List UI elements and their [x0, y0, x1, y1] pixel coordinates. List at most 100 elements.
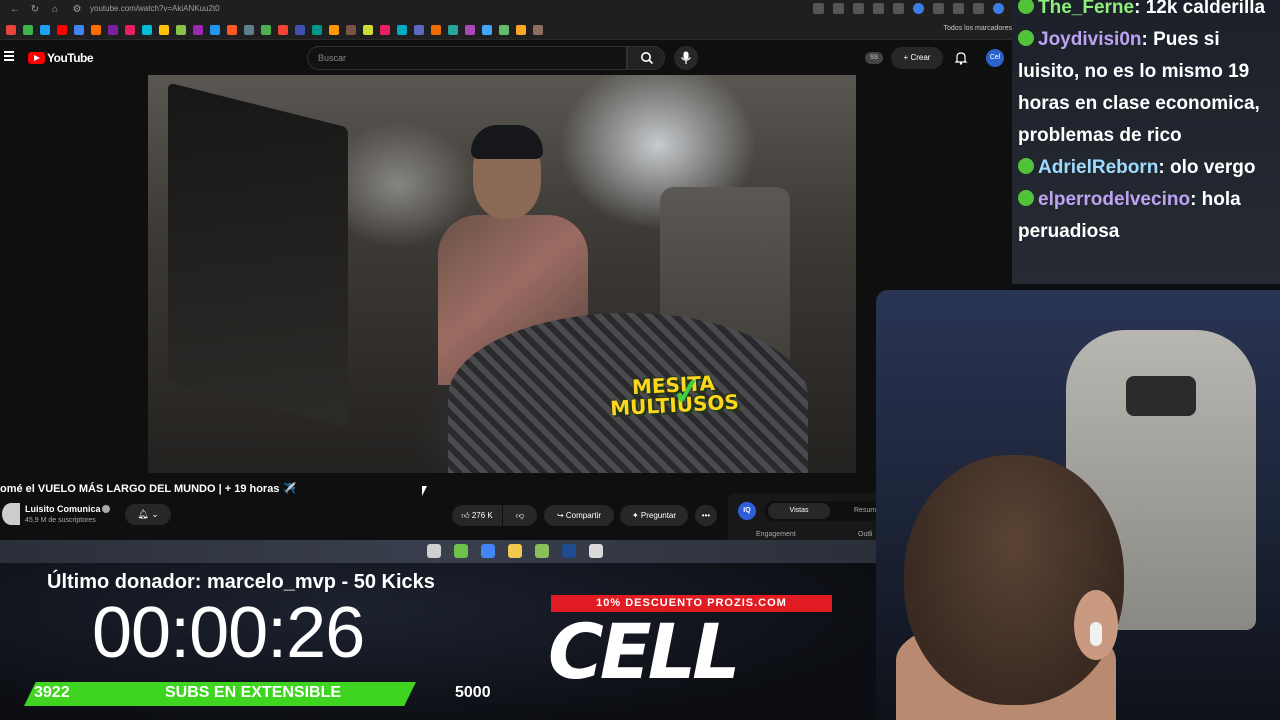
bookmark-favicon-icon[interactable] [482, 25, 492, 35]
bookmark-favicon-icon[interactable] [448, 25, 458, 35]
chat-username[interactable]: elperrodelvecino [1038, 189, 1190, 210]
bookmark-favicon-icon[interactable] [159, 25, 169, 35]
taskbar-app-icon[interactable] [427, 544, 441, 558]
bookmark-favicon-icon[interactable] [23, 25, 33, 35]
site-info-icon[interactable]: ⚙ [70, 3, 84, 17]
bookmark-favicon-icon[interactable] [312, 25, 322, 35]
install-icon[interactable] [833, 3, 844, 14]
bookmark-star-icon[interactable] [873, 3, 884, 14]
downloads-icon[interactable] [953, 3, 964, 14]
bookmark-favicon-icon[interactable] [210, 25, 220, 35]
bookmark-favicon-icon[interactable] [57, 25, 67, 35]
dislike-button[interactable]: 👎︎ [503, 505, 537, 526]
extension-blue-icon[interactable] [913, 3, 924, 14]
bookmark-favicon-icon[interactable] [176, 25, 186, 35]
taskbar-app-icon[interactable] [535, 544, 549, 558]
sparkle-icon: ✦ [631, 511, 639, 520]
voice-search-button[interactable] [674, 46, 698, 70]
chat-badge-icon [1018, 30, 1034, 46]
channel-avatar[interactable] [2, 503, 20, 525]
taskbar-app-icon[interactable] [562, 544, 576, 558]
chat-text: : 12k calderilla [1134, 0, 1266, 18]
chat-username[interactable]: The_Ferne [1038, 0, 1134, 18]
bookmark-favicon-icon[interactable] [295, 25, 305, 35]
bookmark-favicon-icon[interactable] [278, 25, 288, 35]
bookmark-favicon-icon[interactable] [363, 25, 373, 35]
bookmark-favicon-icon[interactable] [40, 25, 50, 35]
video-player[interactable]: MESITA MULTIUSOS ✓ [148, 75, 856, 473]
taskbar-app-icon[interactable] [508, 544, 522, 558]
bookmark-favicon-icon[interactable] [244, 25, 254, 35]
search-icon [641, 52, 654, 65]
bookmark-favicon-icon[interactable] [329, 25, 339, 35]
bookmark-favicon-icon[interactable] [261, 25, 271, 35]
bookmark-favicon-icon[interactable] [380, 25, 390, 35]
subs-goal-count: 5000 [455, 684, 491, 701]
subscription-bell-button[interactable]: 🔔︎ ⌄ [125, 504, 171, 525]
bookmark-favicon-icon[interactable] [516, 25, 526, 35]
create-button[interactable]: + Crear [891, 47, 943, 69]
taskbar-app-icon[interactable] [589, 544, 603, 558]
account-avatar[interactable]: Cel [986, 49, 1004, 67]
hamburger-menu-icon[interactable] [4, 51, 14, 61]
url-text[interactable]: youtube.com/watch?v=AkiANKuu2t0 [90, 4, 220, 13]
all-bookmarks-label[interactable]: Todos los marcadores [944, 25, 1012, 32]
bookmark-favicon-icon[interactable] [533, 25, 543, 35]
taskbar-app-icon[interactable] [481, 544, 495, 558]
thumbs-up-icon: 👍︎ [461, 511, 470, 520]
bookmark-favicon-icon[interactable] [6, 25, 16, 35]
like-button[interactable]: 👍︎ 276 K [452, 505, 502, 526]
youtube-header: YouTube Buscar SS + Crear Cel [0, 41, 1012, 75]
bookmark-favicon-icon[interactable] [142, 25, 152, 35]
bookmark-favicon-icon[interactable] [91, 25, 101, 35]
share-label: Compartir [565, 511, 602, 520]
stats-tabs: Vistas Resum [764, 501, 884, 521]
channel-name[interactable]: Luisito Comunica [25, 504, 101, 514]
chat-badge-icon [1018, 158, 1034, 174]
bookmark-icons [6, 25, 543, 35]
tab-vistas[interactable]: Vistas [768, 503, 830, 519]
youtube-logo[interactable]: YouTube [28, 51, 94, 65]
bookmark-favicon-icon[interactable] [227, 25, 237, 35]
bookmark-favicon-icon[interactable] [431, 25, 441, 35]
address-bar: ← ↻ ⌂ ⚙ youtube.com/watch?v=AkiANKuu2t0 [0, 0, 1012, 20]
chat-username[interactable]: AdrielReborn [1038, 157, 1158, 178]
bookmark-favicon-icon[interactable] [108, 25, 118, 35]
browser-window: ← ↻ ⌂ ⚙ youtube.com/watch?v=AkiANKuu2t0 … [0, 0, 1012, 540]
profile-icon[interactable] [993, 3, 1004, 14]
check-icon: ✓ [669, 369, 705, 414]
more-actions-button[interactable]: ••• [695, 505, 717, 526]
streamer-head [904, 455, 1124, 705]
search-button[interactable] [627, 46, 665, 70]
extension-icon[interactable] [893, 3, 904, 14]
tab-resumen[interactable]: Resum [854, 503, 876, 519]
bookmark-favicon-icon[interactable] [346, 25, 356, 35]
bookmark-favicon-icon[interactable] [499, 25, 509, 35]
back-icon[interactable]: ← [8, 3, 22, 17]
sidebar-icon[interactable] [933, 3, 944, 14]
bookmark-favicon-icon[interactable] [414, 25, 424, 35]
taskbar-app-icon[interactable] [454, 544, 468, 558]
extension-badge[interactable]: SS [865, 52, 883, 64]
zoom-icon[interactable] [813, 3, 824, 14]
stats-extension-panel: IQ Vistas Resum Engagement Outli [728, 493, 884, 540]
bookmark-favicon-icon[interactable] [125, 25, 135, 35]
chat-username[interactable]: Joydivisi0n [1038, 29, 1142, 50]
share-icon[interactable] [853, 3, 864, 14]
verified-icon [102, 505, 110, 513]
home-icon[interactable]: ⌂ [48, 3, 62, 17]
share-button[interactable]: ↪ Compartir [544, 505, 614, 526]
bookmark-favicon-icon[interactable] [397, 25, 407, 35]
notifications-bell-icon[interactable] [954, 51, 968, 65]
cast-icon[interactable] [973, 3, 984, 14]
stats-extension-logo[interactable]: IQ [738, 502, 756, 520]
search-input[interactable]: Buscar [307, 46, 627, 70]
bookmarks-bar: Todos los marcadores [0, 20, 1012, 40]
bookmark-favicon-icon[interactable] [193, 25, 203, 35]
bookmark-favicon-icon[interactable] [465, 25, 475, 35]
ask-button[interactable]: ✦ Preguntar [620, 505, 688, 526]
chat-text: : olo vergo [1158, 157, 1256, 178]
bookmark-favicon-icon[interactable] [74, 25, 84, 35]
reload-icon[interactable]: ↻ [28, 3, 42, 17]
chat-message: The_Ferne: 12k calderilla [1018, 0, 1280, 24]
